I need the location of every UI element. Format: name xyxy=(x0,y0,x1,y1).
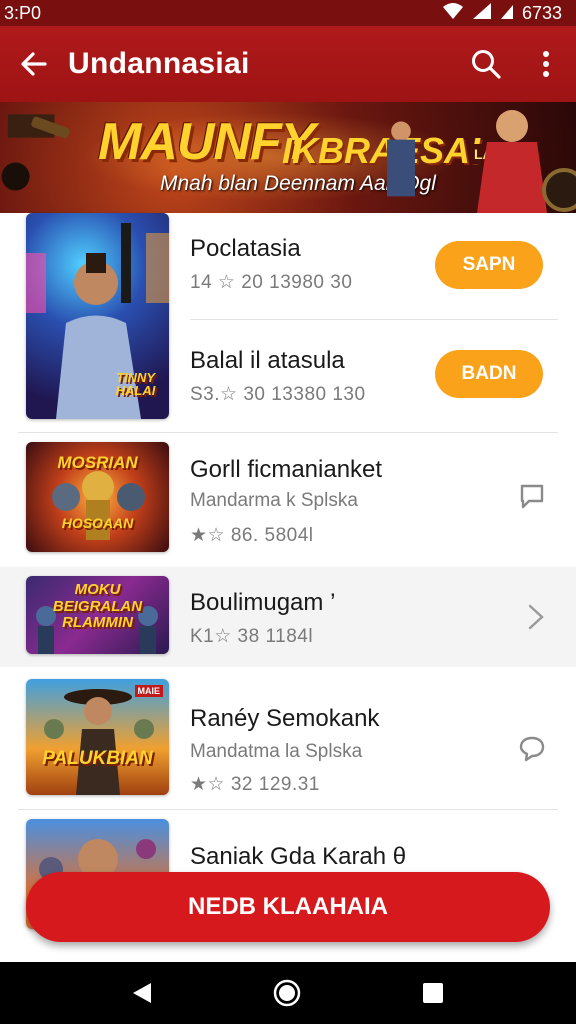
list-item-group-1: TINNY HALAI Poclatasia 14 ☆ 20 13980 30 … xyxy=(0,213,576,432)
comment-icon[interactable] xyxy=(518,735,546,763)
chevron-right-icon[interactable] xyxy=(522,603,550,631)
promo-banner[interactable]: MAUNFY IKBRAESAI LAWAE Mnah blan Deennam… xyxy=(0,102,576,213)
item-title: Poclatasia xyxy=(190,235,301,262)
divider xyxy=(190,319,558,320)
banner-character-art xyxy=(387,121,415,197)
thumbnail-badge: MAIE xyxy=(134,685,163,697)
item-meta: K1☆ 38 1184l xyxy=(190,626,314,647)
more-vert-icon xyxy=(543,51,549,77)
item-action-button[interactable]: BADN xyxy=(435,350,543,398)
item-thumbnail[interactable]: TINNY HALAI xyxy=(26,213,169,419)
comment-icon[interactable] xyxy=(518,482,546,510)
thumbnail-label: MOSRIAN xyxy=(57,453,138,472)
more-options-button[interactable] xyxy=(516,26,576,102)
search-icon xyxy=(472,50,501,79)
triangle-back-icon xyxy=(133,983,151,1003)
item-title: Boulimugam ’ xyxy=(190,589,336,616)
list-item-highlighted[interactable]: MOKU BEIGRALAN RLAMMIN Boulimugam ’ K1☆ … xyxy=(0,567,576,667)
status-time: 3:P0 xyxy=(4,2,42,23)
item-thumbnail: MOKU BEIGRALAN RLAMMIN xyxy=(26,576,169,654)
square-recents-icon xyxy=(423,983,443,1003)
system-nav-bar xyxy=(0,962,576,1024)
banner-hero-art xyxy=(477,110,576,213)
search-button[interactable] xyxy=(456,26,516,102)
banner-left-art xyxy=(1,114,70,191)
list-item[interactable]: MOSRIAN HOSOAAN Gorll ficmanianket Manda… xyxy=(0,432,576,566)
item-meta: S3.☆ 30 13380 130 xyxy=(190,384,366,405)
item-thumbnail: MAIE PALUKBIAN xyxy=(26,679,169,795)
item-meta: ★☆ 86. 5804l xyxy=(190,525,314,546)
thumbnail-label: TINNY HALAI xyxy=(115,370,156,398)
home-circle-icon xyxy=(273,979,301,1007)
item-title: Saniak Gda Karah θ xyxy=(190,843,407,870)
nav-recents-button[interactable] xyxy=(403,962,463,1024)
item-subtitle: Mandatma la Splska xyxy=(190,741,363,762)
thumbnail-label: MOKU BEIGRALAN RLAMMIN xyxy=(52,581,143,631)
item-meta: 14 ☆ 20 13980 30 xyxy=(190,272,353,293)
signal-icon-2 xyxy=(500,2,514,25)
item-title: Ranéy Semokank xyxy=(190,705,380,732)
app-bar: Undannasiai xyxy=(0,26,576,102)
item-action-button[interactable]: SAPN xyxy=(435,241,543,289)
page-title: Undannasiai xyxy=(68,47,250,80)
thumbnail-label-bottom: HOSOAAN xyxy=(61,515,134,531)
signal-icon xyxy=(472,2,492,25)
battery-text: 6733 xyxy=(521,2,562,23)
nav-back-button[interactable] xyxy=(112,962,172,1024)
wifi-icon xyxy=(442,2,464,25)
item-title: Balal il atasula xyxy=(190,347,345,374)
item-subtitle: Mandarma k Splska xyxy=(190,490,358,511)
list-item[interactable]: MAIE PALUKBIAN Ranéy Semokank Mandatma l… xyxy=(0,667,576,809)
back-button[interactable] xyxy=(0,26,68,102)
nav-home-button[interactable] xyxy=(257,962,317,1024)
item-meta: ★☆ 32 129.31 xyxy=(190,774,320,795)
status-icons: 6733 xyxy=(442,2,562,25)
primary-cta-button[interactable]: NEDB KLAAHAIA xyxy=(26,872,550,942)
item-title: Gorll ficmanianket xyxy=(190,456,383,483)
arrow-left-icon xyxy=(21,52,47,76)
thumbnail-label: PALUKBIAN xyxy=(42,748,153,769)
status-bar: 3:P0 6733 xyxy=(0,0,576,26)
item-thumbnail: MOSRIAN HOSOAAN xyxy=(26,442,169,552)
